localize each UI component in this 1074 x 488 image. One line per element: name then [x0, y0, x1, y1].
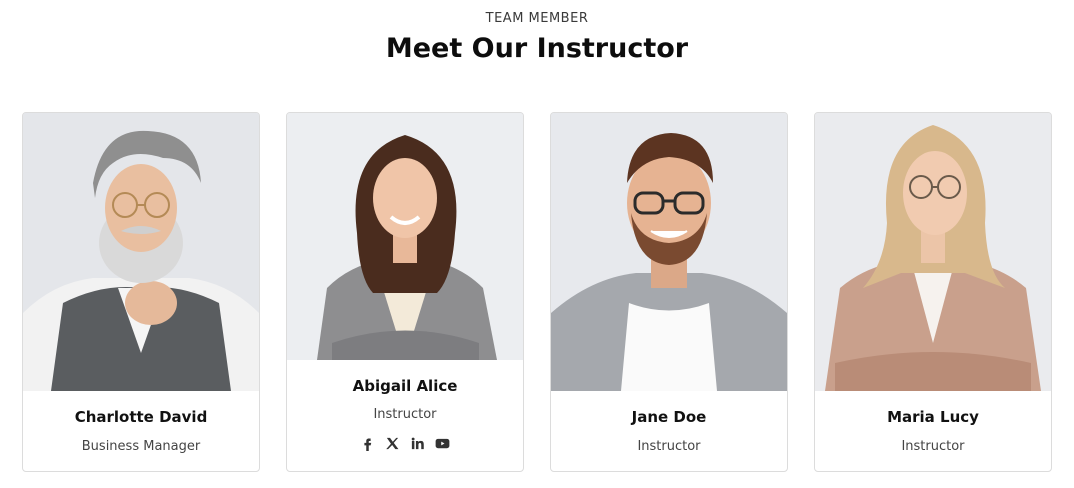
facebook-icon[interactable]: [360, 436, 375, 451]
team-member-photo: [287, 113, 523, 360]
team-card[interactable]: Abigail Alice Instructor: [286, 112, 524, 472]
team-member-name: Maria Lucy: [887, 408, 979, 426]
team-member-role: Business Manager: [81, 439, 201, 454]
x-twitter-icon[interactable]: [385, 436, 400, 451]
team-member-photo: [551, 113, 787, 391]
section-title: Meet Our Instructor: [385, 33, 689, 64]
linkedin-icon[interactable]: [410, 436, 425, 451]
team-member-photo: [815, 113, 1051, 391]
team-card[interactable]: Maria Lucy Instructor: [814, 112, 1052, 472]
team-member-name: Jane Doe: [631, 408, 707, 426]
team-member-name: Charlotte David: [74, 408, 208, 426]
team-member-photo: [23, 113, 259, 391]
team-member-role: Instructor: [901, 439, 965, 454]
social-links: [287, 436, 523, 451]
youtube-icon[interactable]: [435, 436, 450, 451]
team-card[interactable]: Charlotte David Business Manager: [22, 112, 260, 472]
team-member-role: Instructor: [373, 407, 437, 422]
section-kicker: TEAM MEMBER: [485, 11, 589, 26]
team-member-name: Abigail Alice: [352, 377, 458, 395]
team-card[interactable]: Jane Doe Instructor: [550, 112, 788, 472]
team-member-role: Instructor: [637, 439, 701, 454]
